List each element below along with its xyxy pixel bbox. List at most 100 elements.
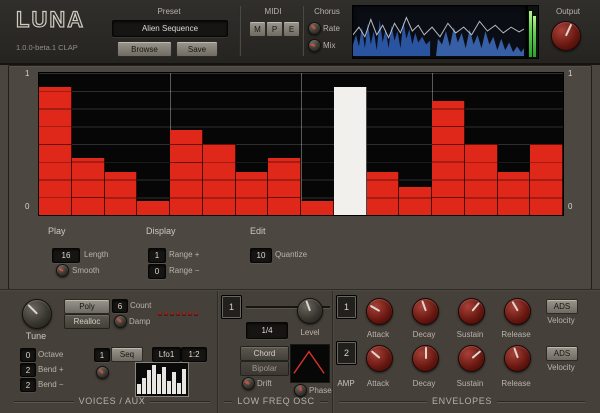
preset-label: Preset <box>157 7 181 16</box>
env2-attack-knob[interactable] <box>366 345 393 372</box>
midi-e-button[interactable]: E <box>283 21 300 37</box>
length-value[interactable]: 16 <box>52 248 80 263</box>
browse-button[interactable]: Browse <box>117 41 172 57</box>
lfo-panel-title: LOW FREQ OSC <box>224 396 328 406</box>
env-tab-2[interactable]: 2 <box>337 342 356 364</box>
env2-sustain-label: Sustain <box>456 379 484 388</box>
damp-knob[interactable] <box>114 315 127 328</box>
smooth-knob[interactable] <box>56 264 69 277</box>
env1-attack-knob[interactable] <box>366 298 393 325</box>
bipolar-button[interactable]: Bipolar <box>240 361 289 376</box>
count-led <box>176 312 180 316</box>
output-knob[interactable] <box>551 21 581 51</box>
step-bar[interactable] <box>170 129 203 215</box>
step-bar[interactable] <box>39 87 72 215</box>
env1-sustain-knob[interactable] <box>458 298 485 325</box>
step-bar[interactable] <box>432 101 465 215</box>
step-bar[interactable] <box>399 186 432 215</box>
realloc-button[interactable]: Realloc <box>64 314 110 329</box>
step-bar[interactable] <box>366 172 400 215</box>
length-label: Length <box>84 250 109 259</box>
save-button[interactable]: Save <box>176 41 218 57</box>
count-led <box>188 312 192 316</box>
lfo-rate-box[interactable]: 1/4 <box>246 322 288 339</box>
aux-wave-display[interactable] <box>135 362 189 397</box>
lfo-level-knob[interactable] <box>297 298 323 324</box>
step-bar[interactable] <box>137 200 170 215</box>
chorus-rate-label: Rate <box>323 24 340 33</box>
ratio-box[interactable]: 1:2 <box>181 347 207 362</box>
lfo-level-label: Level <box>300 328 320 337</box>
chorus-mix-knob[interactable] <box>308 39 321 52</box>
count-value[interactable]: 6 <box>112 299 128 313</box>
lfo-tab-1[interactable]: 1 <box>222 296 241 318</box>
env1-velocity-label: Velocity <box>547 316 575 325</box>
edit-section-label: Edit <box>250 226 266 236</box>
count-led <box>158 312 162 316</box>
range-plus-value[interactable]: 1 <box>148 248 166 263</box>
step-bar-active[interactable] <box>333 87 367 215</box>
header-divider <box>239 6 241 56</box>
lfo-wave-display[interactable] <box>290 344 330 383</box>
step-bar[interactable] <box>268 158 301 215</box>
scale-max-left: 1 <box>25 69 30 78</box>
range-minus-value[interactable]: 0 <box>148 264 166 279</box>
scale-max-right: 1 <box>568 69 573 78</box>
step-bar[interactable] <box>301 200 334 215</box>
step-bar[interactable] <box>235 172 269 215</box>
header-bar: LUNA 1.0.0-beta.1 CLAP Preset Alien Sequ… <box>0 0 600 65</box>
chorus-mix-label: Mix <box>323 41 336 50</box>
env1-ads-button[interactable]: ADS <box>546 299 578 314</box>
seq-amount-knob[interactable] <box>96 366 109 379</box>
env1-decay-knob[interactable] <box>412 298 439 325</box>
midi-p-button[interactable]: P <box>266 21 283 37</box>
quantize-value[interactable]: 10 <box>250 248 272 263</box>
env1-attack-label: Attack <box>366 330 390 339</box>
env2-decay-knob[interactable] <box>412 345 439 372</box>
env1-release-knob[interactable] <box>504 298 531 325</box>
env2-sustain-knob[interactable] <box>458 345 485 372</box>
step-bar[interactable] <box>464 144 498 215</box>
env2-release-label: Release <box>501 379 531 388</box>
step-bar[interactable] <box>104 172 138 215</box>
panel-divider <box>332 291 334 413</box>
poly-button[interactable]: Poly <box>64 299 110 314</box>
lfo-select-box[interactable]: Lfo1 <box>152 347 181 362</box>
preset-selector[interactable]: Alien Sequence <box>112 20 228 37</box>
chord-button[interactable]: Chord <box>240 346 289 361</box>
step-track <box>39 73 563 215</box>
env-tab-1[interactable]: 1 <box>337 296 356 318</box>
bend-up-value[interactable]: 2 <box>20 363 36 377</box>
chorus-label: Chorus <box>314 7 340 16</box>
env2-ads-button[interactable]: ADS <box>546 346 578 361</box>
step-bar[interactable] <box>202 144 236 215</box>
step-bar[interactable] <box>71 158 105 215</box>
tune-knob[interactable] <box>22 299 52 329</box>
drift-knob[interactable] <box>242 377 255 390</box>
midi-label: MIDI <box>264 7 282 16</box>
aux-wave-graphic <box>137 365 186 394</box>
step-bar[interactable] <box>497 172 531 215</box>
quantize-label: Quantize <box>275 250 308 259</box>
count-leds <box>158 303 200 321</box>
level-meter <box>527 5 539 59</box>
env2-release-knob[interactable] <box>504 345 531 372</box>
scale-min-right: 0 <box>568 202 573 211</box>
triangle-wave-icon <box>293 350 325 374</box>
voices-title-text: VOICES / AUX <box>78 396 146 406</box>
octave-value[interactable]: 0 <box>20 348 36 362</box>
seq-number-value[interactable]: 1 <box>94 348 110 362</box>
step-bar[interactable] <box>530 144 563 215</box>
logo: LUNA <box>15 6 86 32</box>
range-plus-label: Range + <box>169 250 200 259</box>
midi-m-button[interactable]: M <box>249 21 266 37</box>
meter-bar-right <box>533 16 536 57</box>
seq-button[interactable]: Seq <box>111 347 143 362</box>
step-grid[interactable] <box>38 72 564 216</box>
env2-attack-label: Attack <box>366 379 390 388</box>
chorus-rate-knob[interactable] <box>308 22 321 35</box>
env2-velocity-label: Velocity <box>547 363 575 372</box>
env1-release-label: Release <box>501 330 531 339</box>
bend-down-value[interactable]: 2 <box>20 378 36 392</box>
env2-decay-label: Decay <box>412 379 436 388</box>
